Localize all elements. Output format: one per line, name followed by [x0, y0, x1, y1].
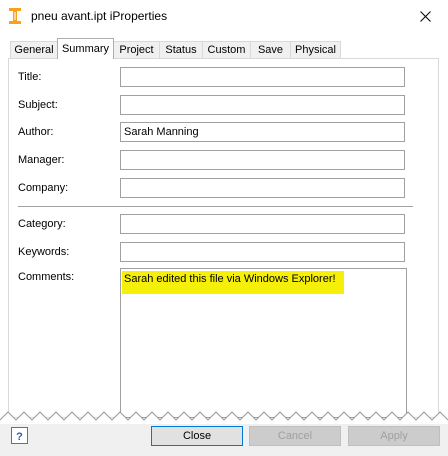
keywords-field[interactable]	[120, 242, 405, 262]
category-label: Category:	[18, 218, 66, 230]
close-button[interactable]: Close	[151, 426, 243, 446]
author-field[interactable]: Sarah Manning	[120, 122, 405, 142]
close-window-button[interactable]	[402, 0, 448, 33]
author-label: Author:	[18, 126, 54, 138]
apply-button[interactable]: Apply	[348, 426, 440, 446]
window-title: pneu avant.ipt iProperties	[31, 9, 168, 23]
comments-textarea[interactable]: Sarah edited this file via Windows Explo…	[120, 268, 407, 418]
company-field[interactable]	[120, 178, 405, 198]
author-value: Sarah Manning	[124, 126, 199, 138]
title-field[interactable]	[120, 67, 405, 87]
tab-summary[interactable]: Summary	[57, 38, 114, 59]
tab-general[interactable]: General	[10, 41, 58, 58]
comments-label: Comments:	[18, 271, 75, 283]
manager-field[interactable]	[120, 150, 405, 170]
tab-status[interactable]: Status	[159, 41, 203, 58]
cancel-button[interactable]: Cancel	[249, 426, 341, 446]
subject-field[interactable]	[120, 95, 405, 115]
close-icon	[419, 11, 431, 22]
help-icon: ?	[16, 431, 23, 443]
category-field[interactable]	[120, 214, 405, 234]
tab-custom[interactable]: Custom	[202, 41, 251, 58]
subject-label: Subject:	[18, 99, 58, 111]
title-label: Title:	[18, 71, 42, 83]
company-label: Company:	[18, 182, 69, 194]
comments-value: Sarah edited this file via Windows Explo…	[124, 273, 336, 285]
tab-physical[interactable]: Physical	[290, 41, 341, 58]
title-bar: pneu avant.ipt iProperties	[0, 0, 448, 33]
inventor-app-icon	[9, 8, 21, 24]
svg-text:?: ?	[16, 431, 23, 443]
manager-label: Manager:	[18, 154, 65, 166]
tab-project[interactable]: Project	[113, 41, 160, 58]
keywords-label: Keywords:	[18, 246, 70, 258]
tab-save[interactable]: Save	[250, 41, 291, 58]
tab-strip: General Summary Project Status Custom Sa…	[0, 38, 448, 59]
help-button[interactable]: ?	[11, 427, 28, 444]
separator	[18, 206, 413, 207]
